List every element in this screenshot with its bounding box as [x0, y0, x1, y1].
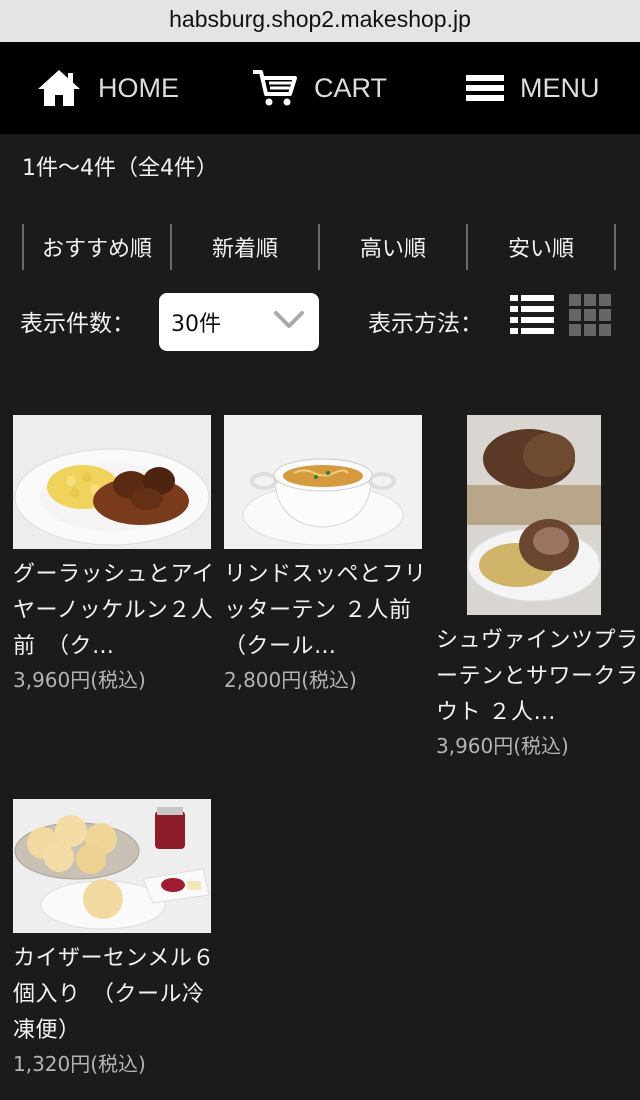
chevron-down-icon	[273, 309, 305, 337]
display-count-label: 表示件数：	[20, 311, 135, 337]
product-price: 3,960円(税込)	[13, 668, 146, 692]
sort-price-low[interactable]: 安い順	[466, 224, 616, 270]
product-price: 3,960円(税込)	[436, 734, 569, 758]
nav-menu-label: MENU	[520, 72, 600, 103]
product-card[interactable]: グーラッシュとアイヤーノッケルン２人前 （ク… 3,960円(税込)	[13, 415, 218, 695]
top-navigation: HOME CART MENU	[0, 42, 640, 134]
product-image[interactable]	[13, 799, 211, 933]
display-count-value: 30件	[171, 312, 221, 337]
product-name[interactable]: グーラッシュとアイヤーノッケルン２人前 （ク…	[13, 557, 218, 665]
product-name[interactable]: リンドスッペとフリッターテン ２人前 （クール…	[224, 557, 434, 665]
sort-price-high[interactable]: 高い順	[318, 224, 466, 270]
product-card[interactable]: リンドスッペとフリッターテン ２人前 （クール… 2,800円(税込)	[224, 415, 434, 695]
nav-cart-link[interactable]: CART	[252, 42, 387, 134]
display-count-select[interactable]: 30件	[159, 293, 319, 351]
product-image[interactable]	[13, 415, 211, 549]
nav-home-link[interactable]: HOME	[36, 42, 179, 134]
nav-menu-button[interactable]: MENU	[466, 42, 600, 134]
product-card[interactable]: シュヴァインツプラーテンとサワークラウト ２人… 3,960円(税込)	[436, 415, 640, 761]
browser-url-bar[interactable]: habsburg.shop2.makeshop.jp	[0, 0, 640, 42]
product-image[interactable]	[467, 415, 601, 615]
product-name[interactable]: シュヴァインツプラーテンとサワークラウト ２人…	[436, 623, 640, 731]
hamburger-menu-icon	[466, 73, 504, 103]
home-icon	[36, 68, 82, 108]
product-card[interactable]: カイザーセンメル６個入り （クール冷凍便） 1,320円(税込)	[13, 799, 218, 1079]
product-image[interactable]	[224, 415, 422, 549]
sort-recommended[interactable]: おすすめ順	[22, 224, 170, 270]
cart-icon	[252, 68, 298, 108]
list-view-icon[interactable]	[510, 294, 554, 340]
sort-options: おすすめ順 新着順 高い順 安い順	[22, 224, 616, 270]
product-price: 2,800円(税込)	[224, 668, 357, 692]
product-price: 1,320円(税込)	[13, 1052, 146, 1076]
grid-view-icon[interactable]	[569, 294, 613, 340]
nav-home-label: HOME	[98, 72, 179, 103]
url-text: habsburg.shop2.makeshop.jp	[169, 6, 471, 32]
product-name[interactable]: カイザーセンメル６個入り （クール冷凍便）	[13, 941, 218, 1049]
sort-newest[interactable]: 新着順	[170, 224, 318, 270]
nav-cart-label: CART	[314, 72, 388, 103]
display-method-label: 表示方法：	[368, 311, 483, 337]
result-count: 1件〜4件（全4件）	[22, 156, 218, 181]
